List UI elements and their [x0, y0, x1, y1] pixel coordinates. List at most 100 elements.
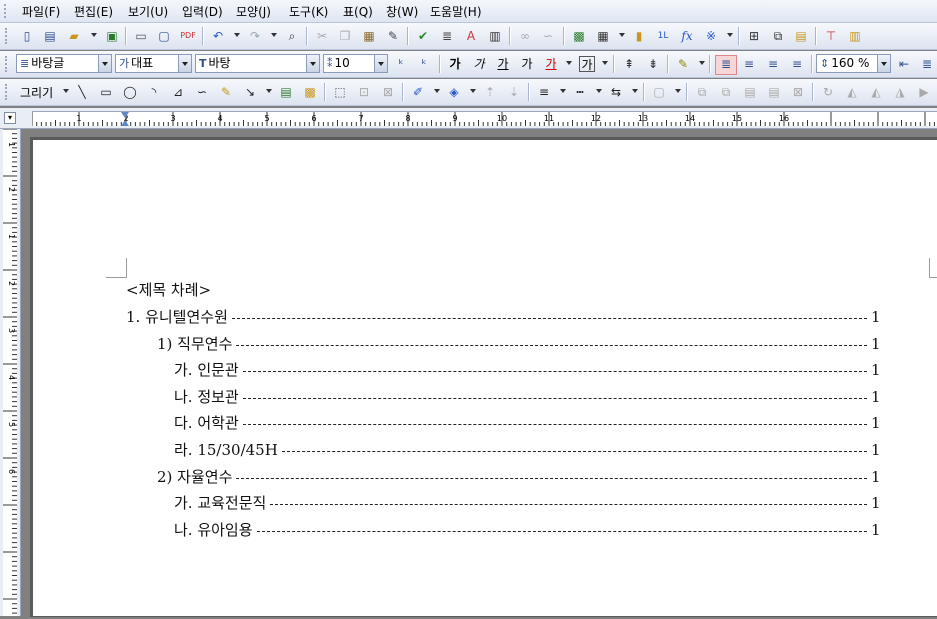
menu-insert[interactable]: 입력(D) — [182, 3, 223, 20]
char-map-icon[interactable]: A — [463, 28, 479, 44]
font-color-dropdown-icon[interactable] — [566, 61, 572, 65]
italic-icon[interactable]: 가 — [471, 56, 487, 72]
outline-icon[interactable]: 가 — [519, 56, 535, 72]
copy-icon[interactable]: ❐ — [337, 28, 353, 44]
arrow-style-icon[interactable]: ⇆ — [608, 84, 624, 100]
book-icon[interactable]: ▥ — [847, 28, 863, 44]
select-icon[interactable]: ⬚ — [332, 84, 348, 100]
textbox-icon[interactable]: ▤ — [278, 84, 294, 100]
find-icon[interactable]: ⌕ — [284, 28, 300, 44]
toolbar-grip[interactable] — [5, 28, 10, 44]
line-style-dropdown-icon[interactable] — [560, 89, 566, 93]
presentation-icon[interactable]: ⊤ — [823, 28, 839, 44]
unlink-icon[interactable]: ∽ — [540, 28, 556, 44]
vruler-track[interactable]: 1 2 1 2 3 4 5 6 — [3, 128, 17, 616]
menu-grip[interactable] — [4, 4, 10, 18]
send-back-icon[interactable]: ⇣ — [506, 84, 522, 100]
preview-icon[interactable]: ▢ — [156, 28, 172, 44]
rect-icon[interactable]: ▭ — [98, 84, 114, 100]
save-icon[interactable]: ▣ — [104, 28, 120, 44]
indent-icon[interactable]: ⇤ — [896, 56, 912, 72]
arc-icon[interactable]: ◝ — [146, 84, 162, 100]
group-icon[interactable]: ⊡ — [356, 84, 372, 100]
shadow-icon[interactable]: ▢ — [651, 84, 667, 100]
line-color-dropdown-icon[interactable] — [434, 89, 440, 93]
align-center-icon[interactable]: ≡ — [765, 56, 781, 72]
paragraph-icon[interactable]: ≣ — [439, 28, 455, 44]
polygon-icon[interactable]: ⊿ — [170, 84, 186, 100]
flip-icon[interactable]: ◮ — [892, 84, 908, 100]
same-size-icon[interactable]: ▤ — [742, 84, 758, 100]
paste-icon[interactable]: ▦ — [361, 28, 377, 44]
ruler-corner-button[interactable]: ▾ — [4, 112, 16, 124]
align-left-icon[interactable]: ≡ — [741, 56, 757, 72]
cut-icon[interactable]: ✂ — [314, 28, 330, 44]
shrink-font-icon[interactable]: ᵏ — [416, 56, 432, 72]
same-height-icon[interactable]: ⊠ — [790, 84, 806, 100]
style-combo[interactable]: ≣ 바탕글 — [16, 54, 112, 73]
curve-icon[interactable]: ∽ — [194, 84, 210, 100]
symbol-icon[interactable]: ※ — [703, 28, 719, 44]
align-objects-icon[interactable]: ⧉ — [694, 84, 710, 100]
shadow-dropdown-icon[interactable] — [675, 89, 681, 93]
superscript-icon[interactable]: ⇞ — [621, 56, 637, 72]
char-shade-icon[interactable]: 가 — [579, 56, 595, 72]
symbol-dropdown-icon[interactable] — [727, 33, 733, 37]
highlight-dropdown-icon[interactable] — [699, 61, 705, 65]
bring-front-icon[interactable]: ⇡ — [482, 84, 498, 100]
language-combo[interactable]: 가 대표 — [115, 54, 192, 73]
fill-color-icon[interactable]: ◈ — [446, 84, 462, 100]
print-icon[interactable]: ▭ — [133, 28, 149, 44]
line-style-icon[interactable]: ≡ — [536, 84, 552, 100]
outdent-icon[interactable]: ≣ — [919, 56, 935, 72]
char-shade-dropdown-icon[interactable] — [602, 61, 608, 65]
vertical-ruler[interactable]: 1 2 1 2 3 4 5 6 — [0, 128, 21, 616]
bookmark-icon[interactable]: ▤ — [793, 28, 809, 44]
draw-menu-dropdown-icon[interactable] — [63, 89, 69, 93]
align-right-icon[interactable]: ≡ — [789, 56, 805, 72]
pencil-icon[interactable]: ✎ — [218, 84, 234, 100]
shape-icon[interactable]: ◭ — [844, 84, 860, 100]
rotate-icon[interactable]: ↻ — [820, 84, 836, 100]
arrow-style-dropdown-icon[interactable] — [632, 89, 638, 93]
redo-icon[interactable]: ↷ — [247, 28, 263, 44]
connector-dropdown-icon[interactable] — [266, 89, 272, 93]
style-dropdown-icon[interactable] — [98, 55, 111, 72]
font-dropdown-icon[interactable] — [306, 55, 319, 72]
format-painter-icon[interactable]: ✎ — [385, 28, 401, 44]
menu-file[interactable]: 파일(F) — [22, 3, 60, 20]
edit-points-icon[interactable]: ◭ — [868, 84, 884, 100]
formula-icon[interactable]: fx — [679, 28, 695, 44]
menu-table[interactable]: 표(Q) — [343, 3, 373, 20]
dash-icon[interactable]: ┅ — [572, 84, 588, 100]
page-icon[interactable]: ⧉ — [770, 28, 786, 44]
draw-menu-label[interactable]: 그리기 — [20, 84, 53, 101]
line-spacing-dropdown-icon[interactable] — [877, 55, 890, 72]
undo-dropdown-icon[interactable] — [234, 33, 240, 37]
undo-icon[interactable]: ↶ — [210, 28, 226, 44]
picture-icon[interactable]: ▩ — [302, 84, 318, 100]
mirror-icon[interactable]: ▶ — [916, 84, 932, 100]
columns-icon[interactable]: ▥ — [487, 28, 503, 44]
ellipse-icon[interactable]: ◯ — [122, 84, 138, 100]
line-spacing-combo[interactable]: ⇕ 160 % — [816, 54, 891, 73]
menu-view[interactable]: 보기(U) — [128, 3, 168, 20]
menu-window[interactable]: 창(W) — [386, 3, 418, 20]
ungroup-icon[interactable]: ⊠ — [380, 84, 396, 100]
chart-icon[interactable]: ▮ — [631, 28, 647, 44]
subscript-icon[interactable]: ⇟ — [645, 56, 661, 72]
image-icon[interactable]: ▩ — [571, 28, 587, 44]
connector-icon[interactable]: ↘ — [242, 84, 258, 100]
new-doc-icon[interactable]: ▯ — [19, 28, 35, 44]
horizontal-ruler[interactable]: ▾ 1 2 3 4 5 6 7 8 9 10 11 12 13 14 15 16 — [0, 108, 937, 129]
toolbar-grip[interactable] — [5, 56, 10, 72]
line-color-icon[interactable]: ✐ — [410, 84, 426, 100]
font-size-dropdown-icon[interactable] — [374, 55, 387, 72]
template-icon[interactable]: ▤ — [42, 28, 58, 44]
dash-dropdown-icon[interactable] — [596, 89, 602, 93]
header-icon[interactable]: ⊞ — [746, 28, 762, 44]
bold-icon[interactable]: 가 — [447, 56, 463, 72]
toolbar-grip[interactable] — [5, 84, 10, 100]
field-icon[interactable]: 1L — [655, 28, 671, 44]
same-width-icon[interactable]: ▤ — [766, 84, 782, 100]
